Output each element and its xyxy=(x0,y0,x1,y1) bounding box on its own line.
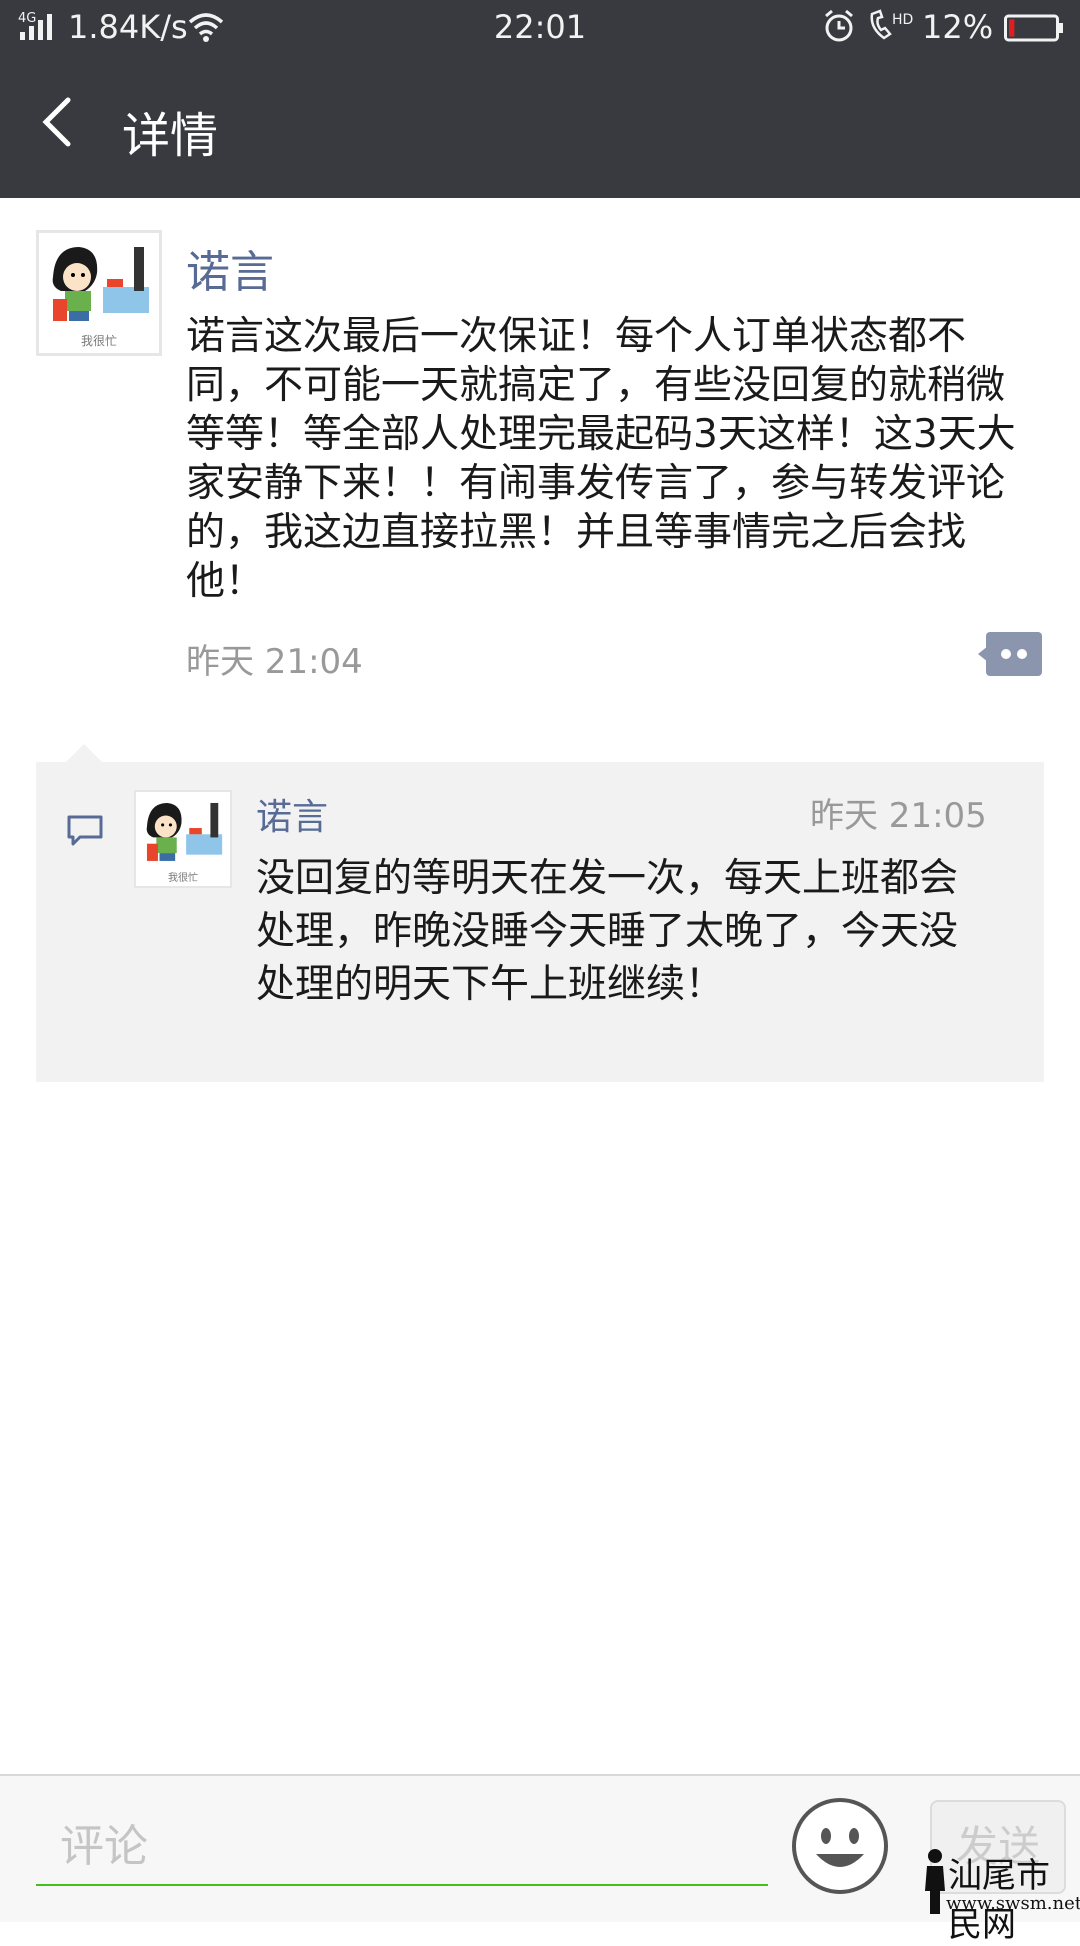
comment-arrow xyxy=(66,744,102,762)
alarm-icon xyxy=(822,8,856,54)
comment-author[interactable]: 诺言 xyxy=(256,788,328,840)
comment-avatar[interactable]: 我很忙 xyxy=(134,790,232,888)
more-dots-icon xyxy=(978,632,1042,676)
page-title: 详情 xyxy=(122,108,219,164)
post-text: 诺言这次最后一次保证！每个人订单状态都不同，不可能一天就搞定了，有些没回复的就稍… xyxy=(186,314,1016,604)
emoji-button[interactable] xyxy=(790,1796,890,1896)
comment-input[interactable] xyxy=(36,1808,768,1886)
status-bar: 4G 1.84K/s 22:01 HD 12% xyxy=(0,0,1080,58)
post-author[interactable]: 诺言 xyxy=(186,236,274,300)
avatar-caption: 我很忙 xyxy=(80,334,117,348)
battery-icon xyxy=(1004,14,1064,52)
hd-call-icon: HD xyxy=(866,8,920,54)
top-bar: 4G 1.84K/s 22:01 HD 12% 详情 xyxy=(0,0,1080,198)
chevron-left-icon xyxy=(42,97,71,147)
comment-time: 昨天 21:05 xyxy=(810,796,987,836)
more-actions-button[interactable] xyxy=(978,632,1042,676)
comment-icon xyxy=(66,814,104,848)
hd-label: HD xyxy=(892,12,913,28)
post-avatar[interactable]: 我很忙 xyxy=(36,230,162,356)
comment-text: 没回复的等明天在发一次，每天上班都会处理，昨晚没睡今天睡了太晚了，今天没处理的明… xyxy=(256,856,959,1007)
watermark-url: www.swsm.net xyxy=(946,1893,1080,1914)
post-time: 昨天 21:04 xyxy=(186,642,363,682)
avatar-caption: 我很忙 xyxy=(168,873,198,884)
battery-percent: 12% xyxy=(922,8,994,46)
smiley-icon xyxy=(792,1798,888,1894)
back-button[interactable] xyxy=(36,92,86,152)
